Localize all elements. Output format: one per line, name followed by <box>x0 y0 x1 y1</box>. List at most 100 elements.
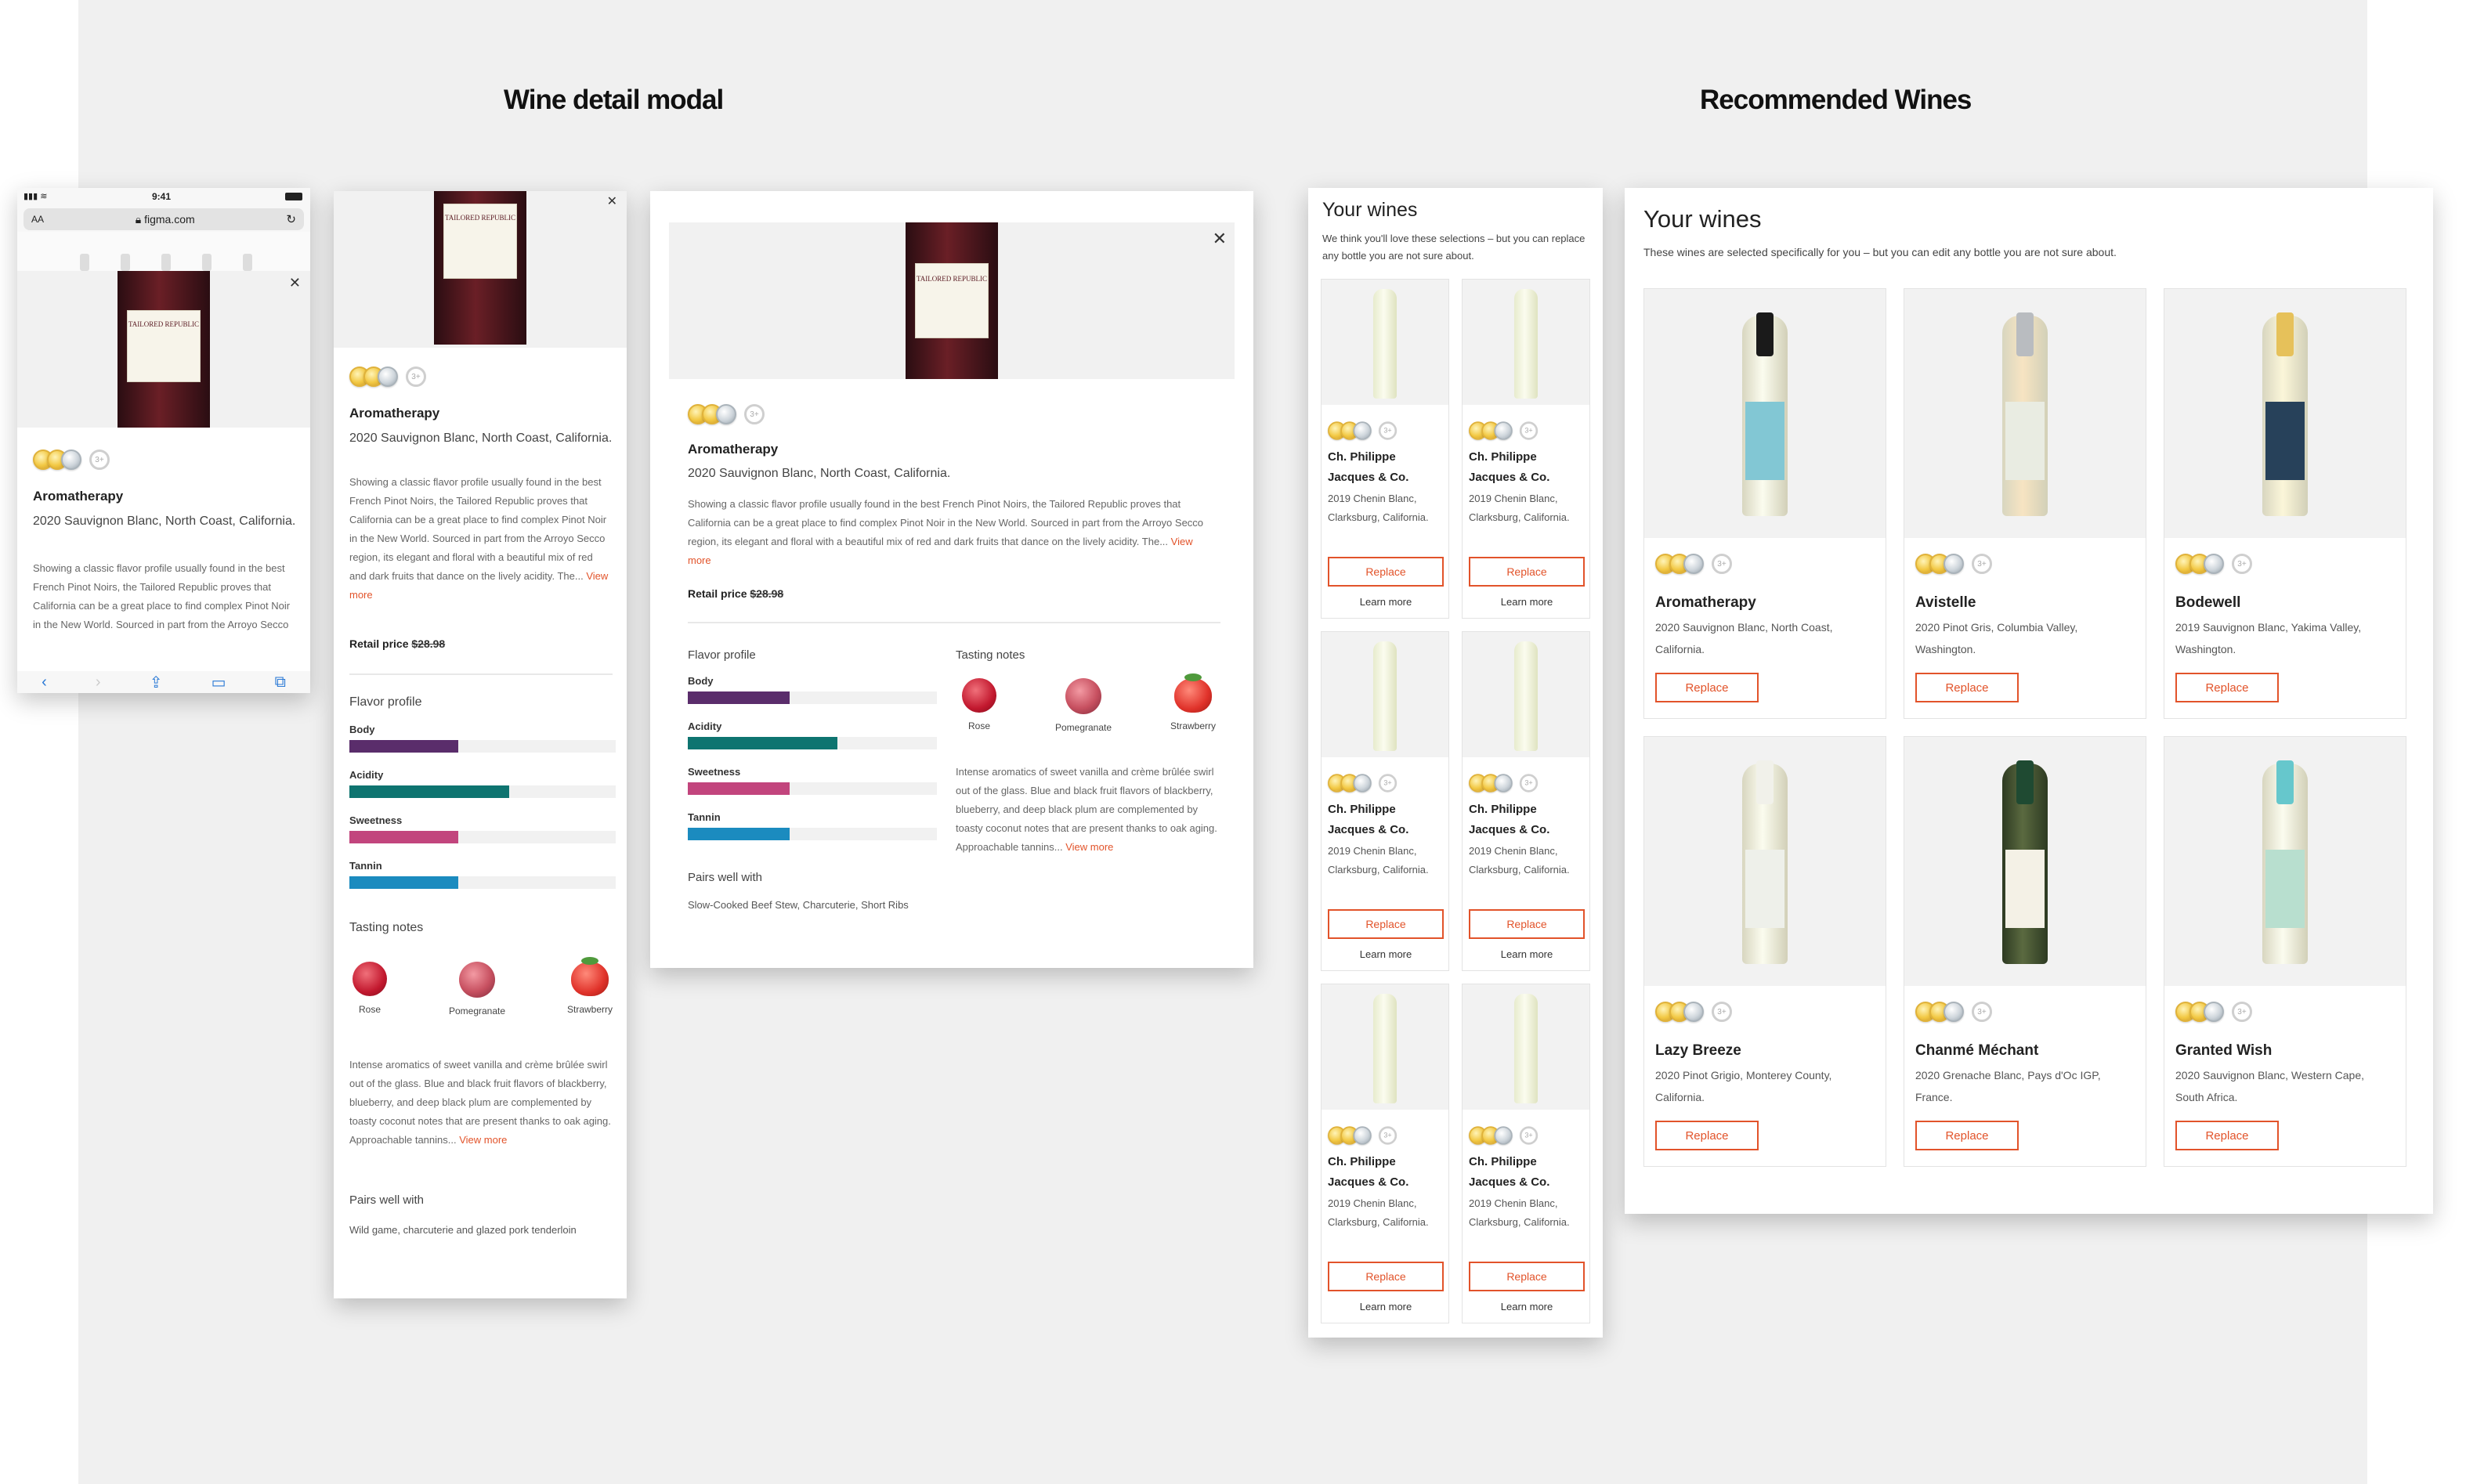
more-awards-badge: 3+ <box>1519 1126 1539 1145</box>
flavor-track <box>688 691 937 704</box>
wine-card: 3+ Aromatherapy 2020 Sauvignon Blanc, Nort… <box>1643 288 1886 719</box>
award-medals: 3+ <box>1469 1126 1539 1145</box>
wine-bottle-image <box>1742 760 1788 964</box>
flavor-fill <box>349 876 459 889</box>
replace-button[interactable]: Replace <box>1655 1121 1759 1150</box>
wine-name: Ch. Philippe Jacques & Co. <box>1328 450 1409 484</box>
text-size-button[interactable]: AA <box>31 214 44 225</box>
flavor-track <box>349 740 616 753</box>
strawberry-icon <box>1173 673 1212 713</box>
replace-button[interactable]: Replace <box>2175 673 2279 702</box>
page-subtitle: We think you'll love these selections – … <box>1322 233 1586 262</box>
wine-name: Ch. Philippe Jacques & Co. <box>1328 1155 1409 1189</box>
wine-name: Chanmé Méchant <box>1915 1042 2039 1059</box>
tasting-note-pomegranate: Pomegranate <box>1055 678 1112 733</box>
section-title-recommended: Recommended Wines <box>1700 85 1972 115</box>
back-icon[interactable]: ‹ <box>42 673 47 691</box>
learn-more-link[interactable]: Learn more <box>1322 948 1450 960</box>
wine-desc: 2019 Chenin Blanc, Clarksburg, Californi… <box>1469 1197 1570 1228</box>
wine-desc: 2019 Chenin Blanc, Clarksburg, Californi… <box>1328 1197 1429 1228</box>
wine-varietal: 2020 Sauvignon Blanc, North Coast, Calif… <box>349 431 613 445</box>
learn-more-link[interactable]: Learn more <box>1463 948 1591 960</box>
award-medals: 3+ <box>1655 554 1732 574</box>
silver-medal-icon <box>1683 1002 1704 1022</box>
flavor-profile-title: Flavor profile <box>349 695 422 709</box>
tasting-note-rose: Rose <box>962 678 996 733</box>
close-icon[interactable]: ✕ <box>607 196 617 208</box>
flavor-fill <box>688 828 790 840</box>
wine-desc: 2019 Chenin Blanc, Clarksburg, Californi… <box>1469 845 1570 876</box>
wine-name: Bodewell <box>2175 594 2241 611</box>
silver-medal-icon <box>61 450 81 470</box>
replace-button[interactable]: Replace <box>1469 557 1585 587</box>
flavor-track <box>349 785 616 798</box>
award-medals: 3+ <box>33 450 110 470</box>
close-icon[interactable]: ✕ <box>289 276 301 290</box>
flavor-label: Body <box>349 724 375 735</box>
replace-button[interactable]: Replace <box>1469 1262 1585 1291</box>
wine-image-area <box>1904 289 2146 538</box>
page-title: Your wines <box>1643 205 1762 233</box>
bottle-capsule <box>2016 312 2034 356</box>
tabs-icon[interactable]: ⧉ <box>275 673 286 691</box>
learn-more-link[interactable]: Learn more <box>1322 1301 1450 1312</box>
replace-button[interactable]: Replace <box>2175 1121 2279 1150</box>
replace-button[interactable]: Replace <box>1328 1262 1444 1291</box>
wine-name: Aromatherapy <box>1655 594 1756 611</box>
award-medals: 3+ <box>1469 774 1539 793</box>
wine-desc: 2019 Chenin Blanc, Clarksburg, Californi… <box>1469 493 1570 523</box>
lock-icon: 🔒︎ <box>135 212 145 226</box>
wine-desc: 2020 Sauvignon Blanc, Western Cape, Sout… <box>2175 1069 2365 1103</box>
wine-image-area <box>1463 280 1589 405</box>
wine-name: Aromatherapy <box>33 489 124 504</box>
replace-button[interactable]: Replace <box>1655 673 1759 702</box>
forward-icon[interactable]: › <box>96 673 101 691</box>
replace-button[interactable]: Replace <box>1328 557 1444 587</box>
retail-price: Retail price $28.98 <box>349 637 446 650</box>
flavor-fill <box>688 691 790 704</box>
bottle-label <box>1745 850 1784 928</box>
share-icon[interactable]: ⇪ <box>150 673 163 692</box>
modal-image-area: Tailored Republic ✕ <box>669 222 1235 379</box>
bookmarks-icon[interactable]: ▭ <box>212 673 226 692</box>
view-more-link[interactable]: View more <box>1065 841 1113 853</box>
replace-button[interactable]: Replace <box>1915 673 2019 702</box>
tasting-note-strawberry: Strawberry <box>1170 673 1216 733</box>
address-bar[interactable]: AA 🔒︎ figma.com ↻ <box>24 208 304 230</box>
flavor-label: Sweetness <box>688 766 741 778</box>
tasting-description: Intense aromatics of sweet vanilla and c… <box>349 1059 611 1146</box>
reload-icon[interactable]: ↻ <box>286 212 296 226</box>
learn-more-link[interactable]: Learn more <box>1463 596 1591 608</box>
bottle-capsule <box>1756 760 1774 804</box>
browser-toolbar: ‹ › ⇪ ▭ ⧉ <box>17 671 310 693</box>
award-medals: 3+ <box>688 404 765 424</box>
more-awards-badge: 3+ <box>406 366 426 387</box>
flavor-fill <box>349 740 459 753</box>
replace-button[interactable]: Replace <box>1328 909 1444 939</box>
wine-bottle-image: Tailored Republic <box>118 271 210 428</box>
wine-desc: 2019 Chenin Blanc, Clarksburg, Californi… <box>1328 493 1429 523</box>
replace-button[interactable]: Replace <box>1915 1121 2019 1150</box>
wine-name: Ch. Philippe Jacques & Co. <box>1469 803 1550 836</box>
replace-button[interactable]: Replace <box>1469 909 1585 939</box>
silver-medal-icon <box>1944 554 1964 574</box>
bottle-capsule <box>1756 312 1774 356</box>
learn-more-link[interactable]: Learn more <box>1463 1301 1591 1312</box>
more-awards-badge: 3+ <box>1378 774 1398 793</box>
award-medals: 3+ <box>1655 1002 1732 1022</box>
wine-card: 3+ Lazy Breeze 2020 Pinot Grigio, Monterey… <box>1643 736 1886 1167</box>
view-more-link[interactable]: View more <box>459 1134 507 1146</box>
wine-card: 3+ Ch. Philippe Jacques & Co. 2019 Chenin … <box>1321 279 1449 619</box>
rose-icon <box>353 962 387 996</box>
wine-card: 3+ Avistelle 2020 Pinot Gris, Columbia Val… <box>1904 288 2146 719</box>
close-icon[interactable]: ✕ <box>1213 230 1227 247</box>
tasting-note-pomegranate: Pomegranate <box>449 962 505 1016</box>
flavor-fill <box>688 782 790 795</box>
bottle-capsule <box>2016 760 2034 804</box>
wine-desc: 2020 Pinot Gris, Columbia Valley, Washin… <box>1915 621 2078 655</box>
wine-card: 3+ Chanmé Méchant 2020 Grenache Blanc, Pay… <box>1904 736 2146 1167</box>
wine-image-area <box>1904 737 2146 986</box>
learn-more-link[interactable]: Learn more <box>1322 596 1450 608</box>
phone-mockup: ▮▮▮ ≋ 9:41 AA 🔒︎ figma.com ↻ Tailored Re… <box>17 188 310 693</box>
tasting-notes-list: Rose Pomegranate Strawberry <box>349 957 616 1016</box>
